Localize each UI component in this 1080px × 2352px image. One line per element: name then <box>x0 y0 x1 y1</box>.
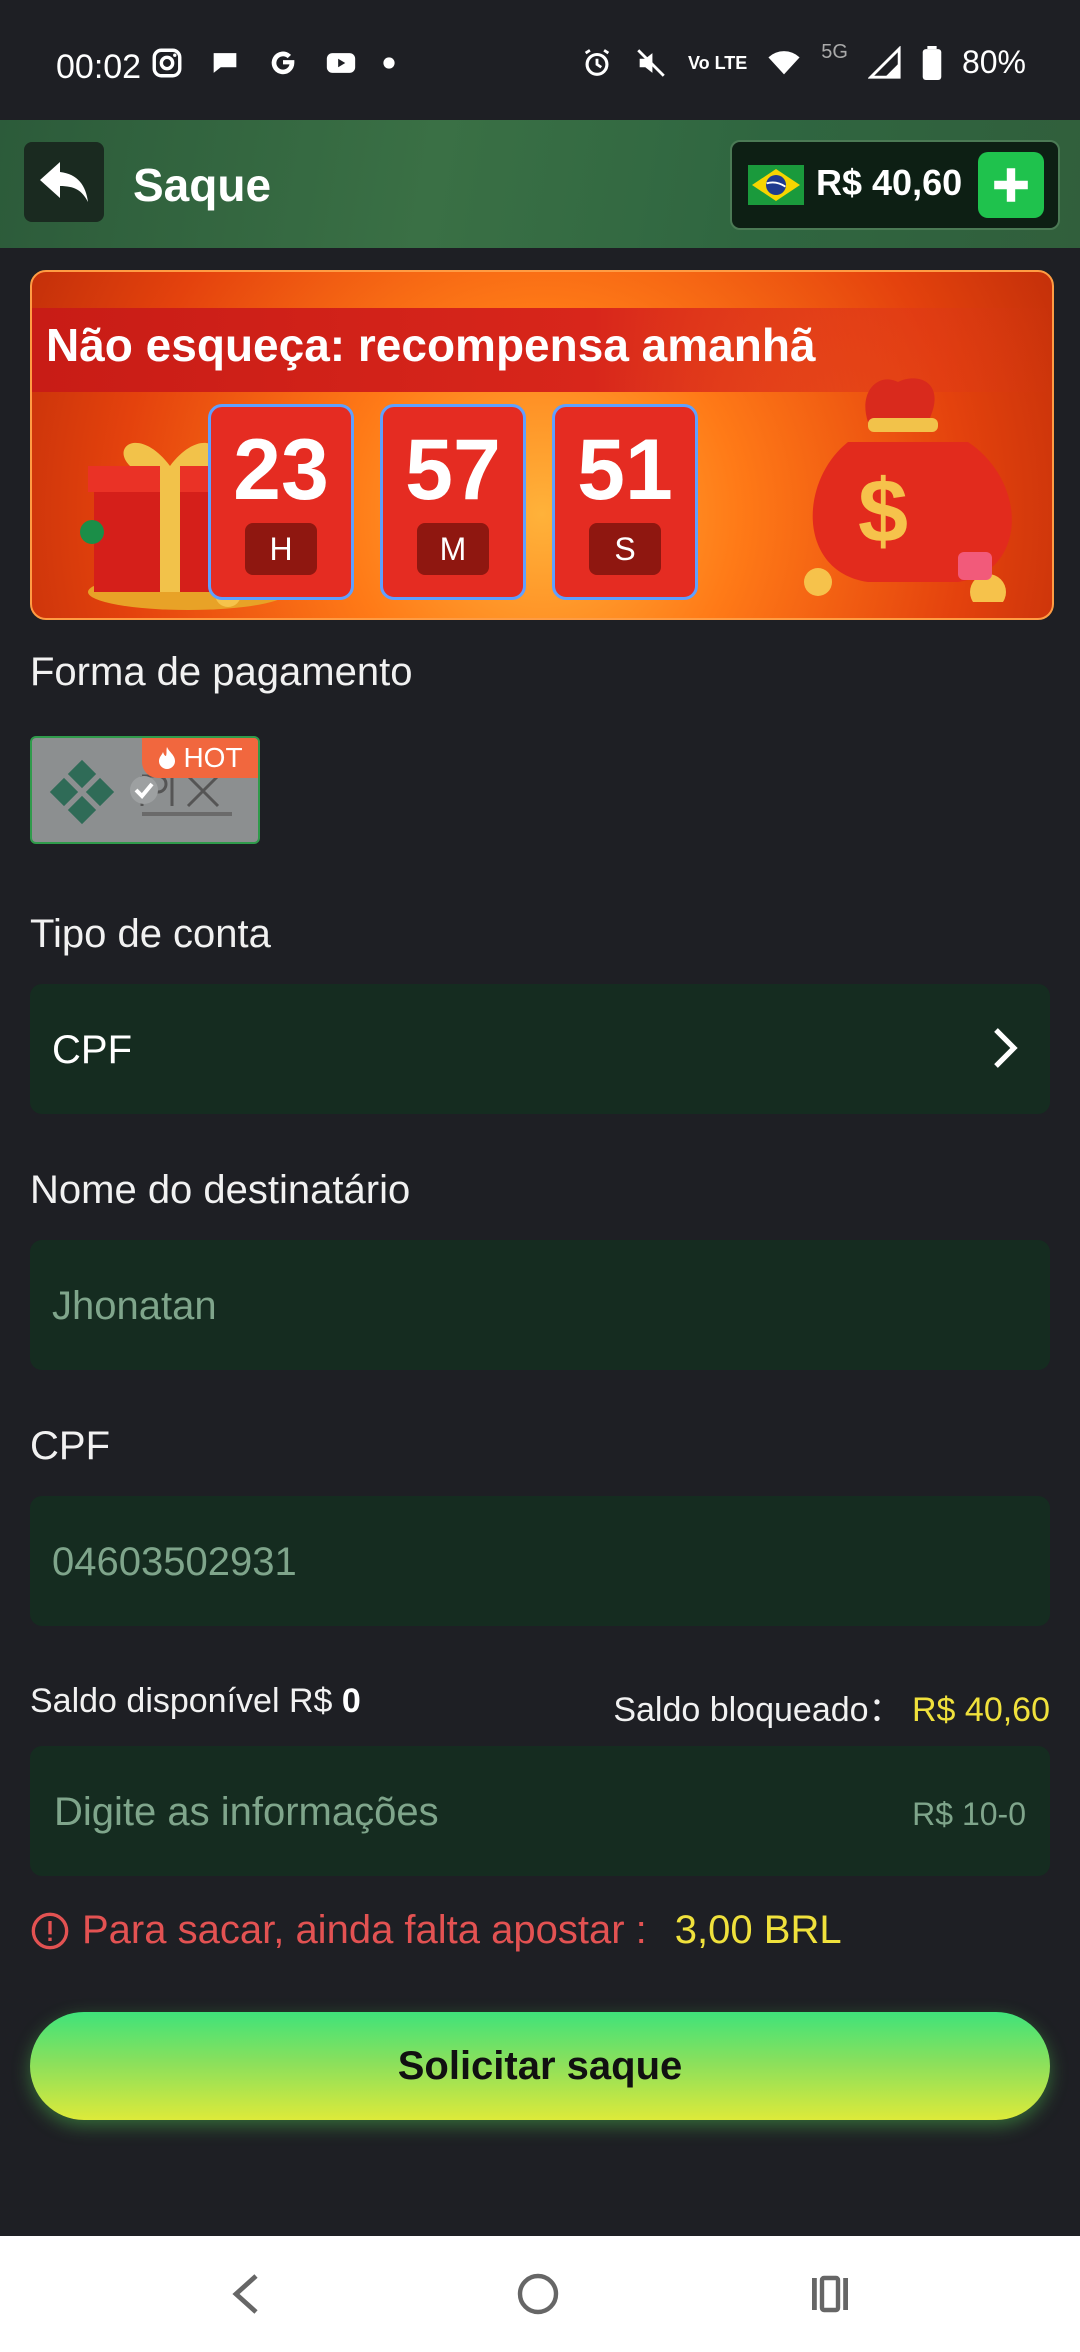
google-icon <box>271 51 295 75</box>
blocked-balance-label: Saldo bloqueado： <box>613 1691 903 1729</box>
instagram-icon <box>152 48 182 78</box>
recipient-name-label: Nome do destinatário <box>30 1168 411 1212</box>
system-nav-bar <box>0 2236 1080 2352</box>
available-balance-value: 0 <box>341 1682 361 1720</box>
timer-seconds-unit: S <box>589 523 661 575</box>
timer-hours: 23 H <box>208 404 354 600</box>
chevron-right-icon <box>994 1028 1018 1068</box>
nav-recents-icon[interactable] <box>808 2272 852 2316</box>
account-type-label: Tipo de conta <box>30 912 271 956</box>
withdraw-amount-range: R$ 10-0 <box>912 1796 1026 1832</box>
app-header: Saque R$ 40,60 <box>0 120 1080 248</box>
chat-icon <box>213 53 237 73</box>
account-type-select[interactable]: CPF <box>30 984 1050 1114</box>
add-funds-button[interactable] <box>978 152 1044 218</box>
timer-seconds: 51 S <box>552 404 698 600</box>
withdraw-amount-placeholder: Digite as informações <box>54 1790 439 1834</box>
timer-minutes-unit: M <box>417 523 489 575</box>
blocked-balance-value: R$ 40,60 <box>912 1691 1050 1729</box>
timer-hours-value: 23 <box>233 422 329 518</box>
account-type-value: CPF <box>52 1028 132 1072</box>
warning-value: 3,00 BRL <box>674 1908 842 1952</box>
svg-text:$: $ <box>858 462 908 562</box>
battery-level: 80% <box>961 44 1026 80</box>
network-type: 5G <box>821 41 848 63</box>
reward-banner[interactable]: Não esqueça: recompensa amanhã $ 23 H 57… <box>30 270 1054 620</box>
recipient-name-value: Jhonatan <box>52 1284 217 1328</box>
wifi-icon <box>768 50 800 74</box>
balance-info-row: Saldo disponível R$ 0 Saldo bloqueado： R… <box>30 1676 1050 1729</box>
notification-icons <box>150 46 396 80</box>
hot-badge-text: HOT <box>183 742 243 773</box>
recipient-name-input[interactable]: Jhonatan <box>30 1240 1050 1370</box>
page-title: Saque <box>133 159 272 211</box>
status-time: 00:02 <box>56 48 142 86</box>
pix-payment-option[interactable]: HOT <box>30 736 260 844</box>
blocked-balance: Saldo bloqueado： R$ 40,60 <box>613 1682 1050 1731</box>
available-balance-label: Saldo disponível R$ <box>30 1682 333 1720</box>
banner-title: Não esqueça: recompensa amanhã <box>46 319 816 371</box>
money-bag-icon: $ <box>804 378 1012 602</box>
payment-method-label: Forma de pagamento <box>30 650 413 694</box>
dot-icon <box>383 57 395 69</box>
withdraw-amount-input[interactable]: Digite as informações R$ 10-0 <box>30 1746 1050 1876</box>
timer-hours-unit: H <box>245 523 317 575</box>
cpf-input[interactable]: 04603502931 <box>30 1496 1050 1626</box>
youtube-icon <box>326 53 356 73</box>
alarm-icon <box>584 48 610 76</box>
status-bar: 00:02 Vo LTE 5G 80% <box>0 0 1080 120</box>
balance-display: R$ 40,60 <box>730 140 1060 230</box>
balance-value: R$ 40,60 <box>816 162 963 203</box>
volte-icon: Vo LTE <box>687 52 748 73</box>
bet-requirement-warning: Para sacar, ainda falta apostar : 3,00 B… <box>30 1908 842 1953</box>
fire-icon <box>159 747 176 769</box>
nav-back-icon[interactable] <box>228 2272 268 2316</box>
brazil-flag-icon <box>748 165 804 205</box>
back-arrow-icon <box>40 162 88 202</box>
battery-icon <box>922 45 942 80</box>
system-icons: Vo LTE 5G 80% <box>580 41 1026 81</box>
back-button[interactable] <box>24 142 104 222</box>
warning-text: Para sacar, ainda falta apostar : <box>82 1908 647 1952</box>
nav-home-icon[interactable] <box>516 2272 560 2316</box>
signal-icon <box>867 45 901 79</box>
mute-icon <box>637 48 665 77</box>
timer-minutes: 57 M <box>380 404 526 600</box>
cpf-label: CPF <box>30 1424 110 1468</box>
cpf-value: 04603502931 <box>52 1540 297 1584</box>
available-balance: Saldo disponível R$ 0 <box>30 1682 361 1721</box>
request-withdraw-button[interactable]: Solicitar saque <box>30 2012 1050 2120</box>
alert-circle-icon <box>31 1912 69 1949</box>
timer-seconds-value: 51 <box>577 422 673 518</box>
hot-badge: HOT <box>142 738 258 778</box>
plus-icon <box>994 168 1028 202</box>
timer-minutes-value: 57 <box>405 422 501 518</box>
